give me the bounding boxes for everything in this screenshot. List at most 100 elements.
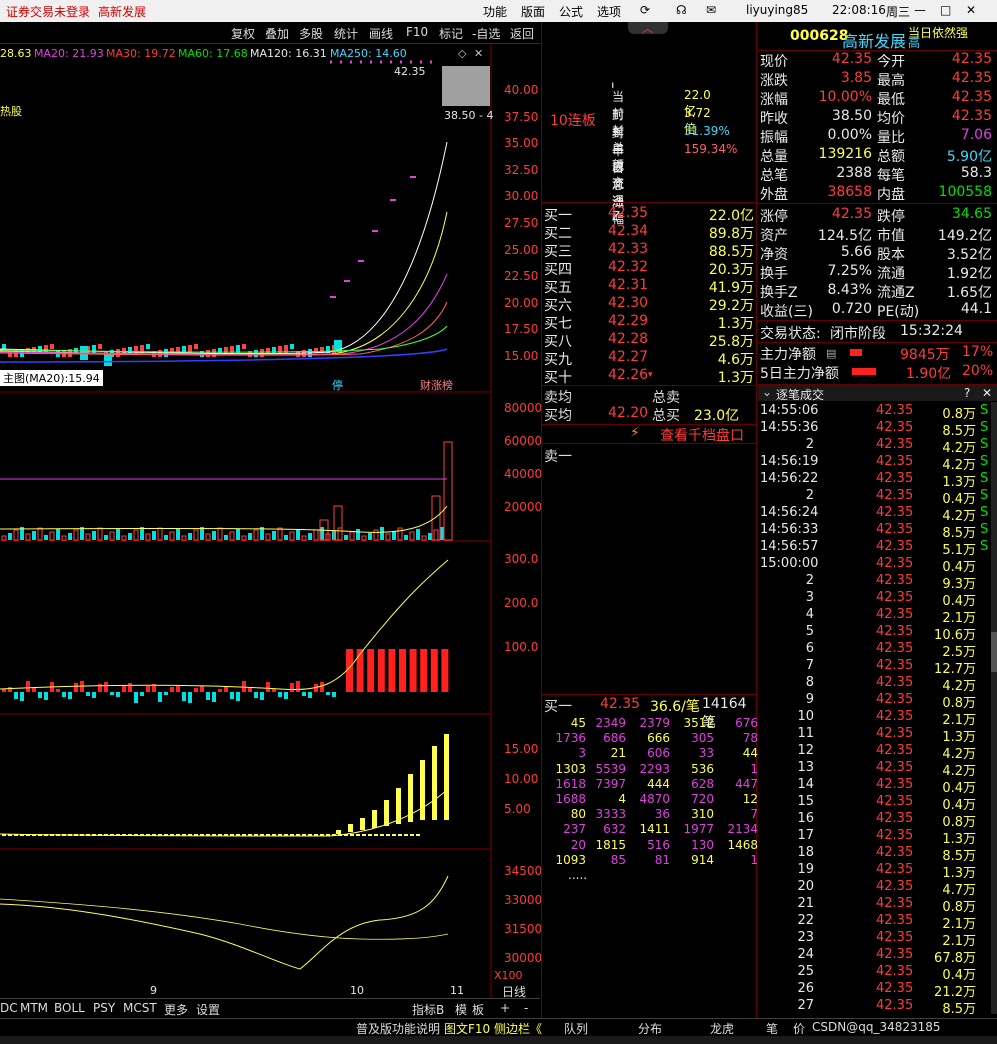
headset-icon[interactable]: ☊	[676, 3, 687, 17]
tick-price: 42.35	[876, 879, 914, 894]
tab-more[interactable]: 更多	[164, 1001, 188, 1018]
period-daily[interactable]: 日线	[502, 983, 526, 1000]
login-status[interactable]: 证券交易未登录	[6, 3, 90, 20]
status-dragon-tiger[interactable]: 龙虎	[710, 1020, 734, 1037]
status-distribution[interactable]: 分布	[638, 1020, 662, 1037]
tool-multi-stock[interactable]: 多股	[299, 25, 323, 42]
close-icon[interactable]: ✕	[982, 386, 992, 400]
tool-overlay[interactable]: 叠加	[265, 25, 289, 42]
macd-bar	[212, 692, 216, 702]
tab-mcst[interactable]: MCST	[123, 1001, 157, 1015]
tool-back[interactable]: 返回	[510, 25, 534, 42]
help-icon[interactable]: ?	[964, 386, 970, 400]
queue-cell: 3	[578, 746, 586, 761]
buy-level-row[interactable]: 买六 42.30 29.2万	[542, 295, 758, 314]
macd-bar	[38, 692, 42, 698]
tick-row: 7 42.35 12.7万	[758, 658, 997, 677]
limit-marker	[330, 296, 336, 298]
queue-more[interactable]: .....	[568, 868, 587, 882]
status-sidebar[interactable]: 侧边栏《	[494, 1020, 542, 1037]
scrollbar-thumb[interactable]	[991, 632, 997, 672]
buy-level-row[interactable]: 买九 42.27 4.6万	[542, 349, 758, 368]
buy-level-row[interactable]: 买四 42.32 20.3万	[542, 259, 758, 278]
tool-mark[interactable]: 标记	[439, 25, 463, 42]
tool-f10[interactable]: F10	[406, 25, 428, 39]
tool-stats[interactable]: 统计	[334, 25, 358, 42]
queue-cell: 1468	[727, 837, 758, 852]
buy-level-volume: 89.8万	[708, 226, 754, 242]
tick-row: 14:55:06 42.35 0.8万 S	[758, 403, 997, 422]
tab-plate[interactable]: 板	[472, 1001, 484, 1018]
status-f10[interactable]: 图文F10	[444, 1020, 490, 1037]
indicator-bar	[444, 734, 449, 820]
buy-level-price: 42.28	[608, 331, 649, 347]
queue-cell: 310	[691, 807, 714, 822]
macd-bar	[176, 685, 180, 692]
close-icon[interactable]: ✕	[966, 3, 976, 17]
main-flow-row[interactable]: 主力净额 ▤ 9845万 17%	[758, 344, 997, 363]
tool-draw[interactable]: 画线	[369, 25, 393, 42]
tab-indicator-b[interactable]: 指标B	[412, 1001, 444, 1018]
volume-bar	[368, 533, 372, 540]
watermark: CSDN@qq_34823185	[812, 1020, 941, 1034]
collapse-tab[interactable]: ︿	[628, 22, 668, 35]
lianban-label: 10连板	[550, 113, 596, 129]
quote-value: 100558	[938, 184, 992, 200]
tab-mtm[interactable]: MTM	[20, 1001, 48, 1015]
diamond-icon[interactable]: ◇	[458, 47, 466, 60]
menu-options[interactable]: 选项	[597, 3, 621, 20]
buy-level-row[interactable]: 买二 42.34 89.8万	[542, 223, 758, 242]
tab-settings[interactable]: 设置	[196, 1001, 220, 1018]
tab-boll[interactable]: BOLL	[54, 1001, 85, 1015]
menu-function[interactable]: 功能	[483, 3, 507, 20]
buy-level-row[interactable]: 买五 42.31 41.9万	[542, 277, 758, 296]
qiandang-button[interactable]: ⚡ 查看千档盘口	[542, 425, 758, 444]
buy-level-row[interactable]: 买八 42.28 25.8万	[542, 331, 758, 350]
volume-bar	[104, 535, 108, 540]
maximize-icon[interactable]: □	[940, 3, 951, 17]
tool-restore-rights[interactable]: 复权	[231, 25, 255, 42]
tick-time: 3	[805, 590, 814, 605]
status-price[interactable]: 价	[793, 1020, 805, 1037]
queue-cell: 21	[610, 746, 626, 761]
zoom-out-button[interactable]: -	[524, 1001, 528, 1015]
volume-bar	[85, 533, 91, 541]
buy-level-row[interactable]: 买一 42.35 22.0亿	[542, 205, 758, 224]
quote-value: 42.35	[951, 108, 992, 124]
buy-level-row[interactable]: 买三 42.33 88.5万	[542, 241, 758, 260]
zoom-in-button[interactable]: +	[500, 1001, 510, 1015]
tab-template[interactable]: 模	[455, 1001, 467, 1018]
volume-bar	[145, 533, 151, 541]
tab-dc[interactable]: DC	[0, 1001, 18, 1015]
menu-layout[interactable]: 版面	[521, 3, 545, 20]
username[interactable]: liyuying85	[746, 3, 808, 17]
tick-time: 4	[805, 607, 814, 622]
menu-formula[interactable]: 公式	[559, 3, 583, 20]
five-day-flow-row: 5日主力净额 1.90亿 20%	[758, 363, 997, 382]
tab-psy[interactable]: PSY	[93, 1001, 115, 1015]
indicator-bar	[380, 834, 384, 836]
indicator-bar	[350, 834, 354, 836]
paxis-tick: 30.00	[504, 189, 539, 204]
close-legend-icon[interactable]: ✕	[474, 47, 483, 60]
chevron-down-icon[interactable]: ⌄	[762, 385, 772, 399]
refresh-icon[interactable]: ⟳	[640, 3, 650, 17]
queue-header: 买一 42.35 36.6/笔 14164笔	[542, 696, 758, 731]
qiandang-label: 查看千档盘口	[660, 428, 744, 444]
minimize-icon[interactable]: —	[914, 3, 926, 17]
buy-level-volume: 1.3万	[717, 370, 754, 386]
status-tick[interactable]: 笔	[766, 1020, 778, 1037]
list-icon[interactable]: ▤	[826, 347, 836, 360]
kline-chart-area[interactable]: 28.63 MA20: 21.93 MA30: 19.72 MA60: 17.6…	[0, 44, 542, 1004]
buy-level-row[interactable]: 买七 42.29 1.3万	[542, 313, 758, 332]
tool-watchlist[interactable]: -自选	[472, 25, 500, 42]
volume-bar	[361, 535, 367, 541]
status-queue[interactable]: 队列	[564, 1020, 588, 1037]
scrollbar[interactable]	[991, 402, 997, 1014]
tick-price: 42.35	[876, 913, 914, 928]
tick-time: 21	[797, 896, 814, 911]
mail-icon[interactable]: ✉	[706, 3, 716, 17]
sell1-row: 卖一	[542, 446, 758, 465]
status-help[interactable]: 普及版功能说明	[356, 1020, 440, 1037]
quote-row: 涨跌 3.85 最高 42.35	[758, 70, 997, 89]
